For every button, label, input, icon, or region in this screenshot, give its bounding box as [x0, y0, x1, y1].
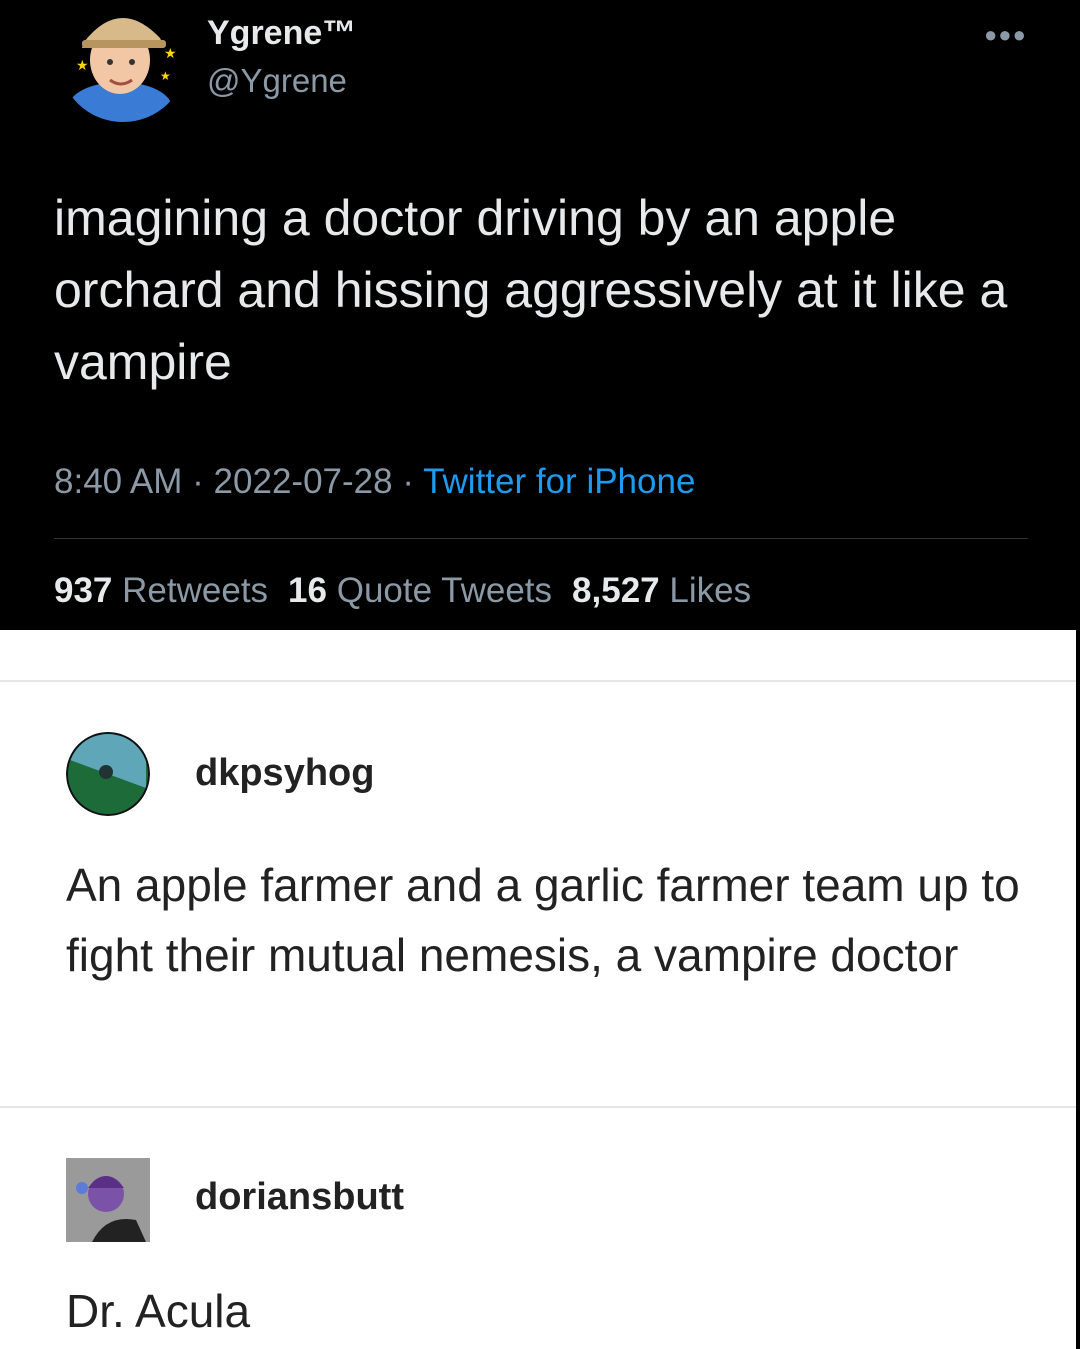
- tweet-card: ★ ★ ★ Ygrene™ @Ygrene ●●● imagining a do…: [0, 0, 1080, 630]
- post-divider: [0, 680, 1076, 682]
- post-username[interactable]: dkpsyhog: [195, 752, 374, 795]
- likes-label: Likes: [669, 571, 752, 610]
- post-text: Dr. Acula: [66, 1285, 251, 1337]
- retweets-stat[interactable]: 937 Retweets: [54, 571, 268, 610]
- display-name[interactable]: Ygrene™: [207, 14, 356, 53]
- quote-tweets-label: Quote Tweets: [336, 571, 553, 610]
- tweet-source-link[interactable]: Twitter for iPhone: [423, 462, 695, 501]
- divider: [54, 538, 1028, 539]
- tweet-date[interactable]: 2022-07-28: [214, 462, 393, 501]
- post-username[interactable]: doriansbutt: [195, 1176, 404, 1219]
- more-horizontal-icon[interactable]: ●●●: [984, 22, 1027, 48]
- retweets-label: Retweets: [122, 571, 269, 610]
- retweets-count: 937: [54, 571, 113, 610]
- svg-text:★: ★: [164, 45, 177, 61]
- post-text: An apple farmer and a garlic farmer team…: [66, 859, 1020, 981]
- user-avatar[interactable]: [66, 1158, 150, 1242]
- quote-tweets-count: 16: [288, 571, 327, 610]
- likes-stat[interactable]: 8,527 Likes: [572, 571, 751, 610]
- user-avatar[interactable]: [66, 732, 150, 816]
- profile-avatar[interactable]: ★ ★ ★: [60, 0, 186, 122]
- post-divider: [0, 1106, 1076, 1108]
- user-handle[interactable]: @Ygrene: [207, 62, 347, 100]
- tweet-stats: 937 Retweets 16 Quote Tweets 8,527 Likes: [54, 571, 751, 611]
- tweet-time: 8:40 AM: [54, 462, 183, 501]
- meta-separator: ·: [192, 462, 204, 501]
- svg-text:★: ★: [76, 57, 89, 73]
- tweet-text: imagining a doctor driving by an apple o…: [54, 190, 1008, 390]
- quote-tweets-stat[interactable]: 16 Quote Tweets: [288, 571, 552, 610]
- frame-edge: [1076, 630, 1080, 1349]
- meta-separator: ·: [402, 462, 414, 501]
- svg-text:★: ★: [160, 69, 171, 83]
- tweet-metadata: 8:40 AM · 2022-07-28 · Twitter for iPhon…: [54, 462, 695, 502]
- likes-count: 8,527: [572, 571, 660, 610]
